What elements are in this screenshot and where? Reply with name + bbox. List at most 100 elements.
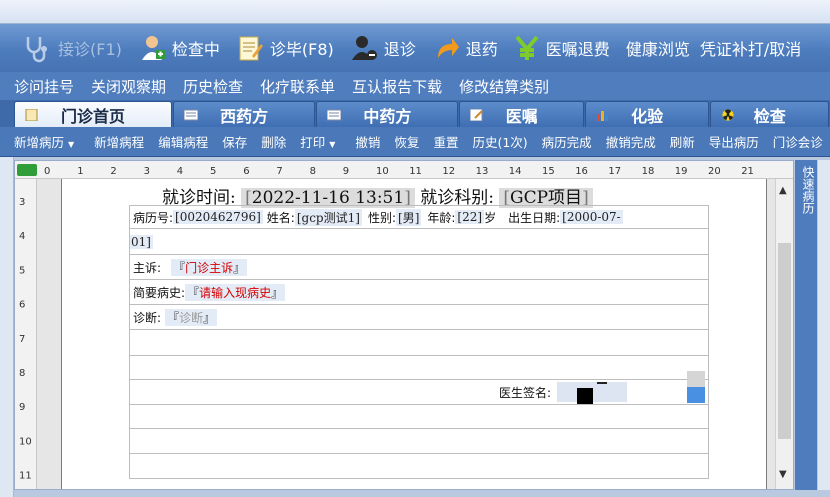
receive-patient-button[interactable]: 接诊(F1) [0,28,130,68]
redo-button[interactable]: 恢复 [394,132,419,151]
print-button[interactable]: 打印 ▼ [300,132,341,151]
patient-info-row: 病历号: [0020462796] 姓名: [gcp测试1] 性别: [男] 年… [129,206,709,229]
age-field[interactable]: [22] [455,210,485,224]
main-toolbar: 接诊(F1) 检查中 诊毕(F8) 退诊 退药 医嘱退费 健康浏览 凭证补打/取… [0,24,830,72]
tab-lab-test[interactable]: 化验 [584,101,710,127]
tab-chinese-medicine[interactable]: 中药方 [316,101,459,127]
scroll-down-icon[interactable]: ▼ [779,469,787,480]
health-browse-button[interactable]: 健康浏览 [618,28,698,68]
menu-modify-settlement[interactable]: 修改结算类别 [459,76,549,97]
tab-orders[interactable]: 医嘱 [459,101,584,127]
delete-button[interactable]: 删除 [261,132,286,151]
tab-label: 西药方 [220,106,269,126]
diagnosis-value: 诊断 [179,310,204,325]
empty-row [129,330,709,356]
scroll-up-icon[interactable]: ▲ [779,185,787,196]
diagnosis-row: 诊断: 『诊断』 [129,305,709,330]
menu-history-exam[interactable]: 历史检查 [183,76,243,97]
cancel-complete-button[interactable]: 撤销完成 [606,132,656,151]
tab-western-medicine[interactable]: 西药方 [173,101,316,127]
complaint-value: 门诊主诉 [185,260,234,275]
signature-label: 医生签名: [499,385,552,400]
ruler-tick-label: 21 [741,166,754,177]
save-button[interactable]: 保存 [222,132,247,151]
signature-marker [687,371,706,405]
in-examination-label: 检查中 [171,40,220,59]
page-area: 就诊时间: [2022-11-16 13:51] 就诊科别: [GCP项目] 病… [37,179,777,489]
in-examination-button[interactable]: 检查中 [130,28,228,68]
tab-label: 检查 [753,106,786,126]
menu-close-observation[interactable]: 关闭观察期 [91,76,166,97]
dob-field-continued[interactable]: 01] [129,234,153,249]
order-refund-button[interactable]: 医嘱退费 [506,28,618,68]
ruler-tick-label: 4 [177,166,183,177]
dob-field[interactable]: [2000-07- [560,210,623,224]
ruler-tick-label: 9 [343,166,349,177]
finish-visit-button[interactable]: 诊毕(F8) [228,28,342,68]
chevron-down-icon[interactable]: ▼ [329,140,335,149]
tab-outpatient-home[interactable]: 门诊首页 [14,101,173,127]
tab-label: 中药方 [363,106,412,126]
ruler-tick-label: 3 [19,197,25,208]
export-record-button[interactable]: 导出病历 [709,132,759,151]
reset-button[interactable]: 重置 [433,132,458,151]
right-edge [818,160,830,490]
complaint-field[interactable]: 『门诊主诉』 [171,258,248,276]
edit-course-button[interactable]: 编辑病程 [158,132,208,151]
ruler-tick-label: 9 [19,402,25,413]
receive-patient-label: 接诊(F1) [58,40,122,59]
record-page[interactable]: 就诊时间: [2022-11-16 13:51] 就诊科别: [GCP项目] 病… [61,179,767,489]
ruler-tick-label: 12 [442,166,455,177]
edit-icon [470,108,484,121]
undo-button[interactable]: 撤销 [355,132,380,151]
ruler-tick-label: 13 [476,166,489,177]
ruler-tick-label: 7 [276,166,282,177]
gender-field[interactable]: [男] [395,208,422,226]
menu-registration[interactable]: 诊问挂号 [14,76,74,97]
return-medicine-button[interactable]: 退药 [424,28,506,68]
bar-chart-icon [596,110,608,121]
left-strip [0,157,14,497]
ruler-tick-label: 8 [310,166,316,177]
complaint-label: 主诉: [133,260,162,275]
quick-record-panel[interactable]: 快速病历 [795,160,817,490]
empty-row [129,356,709,380]
empty-row [129,405,709,429]
voucher-reprint-label: 凭证补打/取消 [699,40,802,59]
menu-chemo-form[interactable]: 化疗联系单 [260,76,335,97]
diagnosis-field[interactable]: 『诊断』 [165,308,218,326]
consultation-button[interactable]: 门诊会诊 [773,132,823,151]
ruler-tick-label: 3 [144,166,150,177]
ruler-tick-label: 19 [675,166,688,177]
scroll-thumb[interactable] [778,243,791,439]
complete-record-button[interactable]: 病历完成 [542,132,592,151]
voucher-reprint-button[interactable]: 凭证补打/取消 [698,28,809,68]
chevron-down-icon[interactable]: ▼ [68,140,74,149]
tab-label: 化验 [631,106,664,126]
ruler-tick-label: 18 [642,166,655,177]
history-row: 简要病史: 『请输入现病史』 [129,280,709,305]
vertical-ruler: 3 4 5 6 7 8 9 10 11 [15,179,37,489]
record-no-field[interactable]: [0020462796] [173,210,263,224]
tab-examination[interactable]: 检查 [710,101,829,127]
menu-report-download[interactable]: 互认报告下载 [352,76,442,97]
cancel-visit-button[interactable]: 退诊 [342,28,424,68]
ruler-tick-label: 2 [110,166,116,177]
ruler-tick-label: 5 [210,166,216,177]
refresh-button[interactable]: 刷新 [670,132,695,151]
menu-bar: 诊问挂号 关闭观察期 历史检查 化疗联系单 互认报告下载 修改结算类别 [0,72,830,100]
vertical-scrollbar[interactable]: ▲ ▼ [775,179,793,489]
new-record-button[interactable]: 新增病历 ▼ [14,132,80,151]
history-label: 简要病史: [133,285,186,300]
age-unit: 岁 [484,210,497,225]
history-field[interactable]: 『请输入现病史』 [185,283,286,301]
history-button[interactable]: 历史(1次) [472,132,527,151]
gender-label: 性别: [367,210,396,225]
ruler-tick-label: 1 [77,166,83,177]
new-course-button[interactable]: 新增病程 [94,132,144,151]
ruler-tick-label: 4 [19,231,25,242]
empty-row [129,429,709,454]
age-label: 年龄: [427,210,456,225]
name-field[interactable]: [gcp测试1] [294,208,362,226]
radiation-icon [722,108,734,121]
